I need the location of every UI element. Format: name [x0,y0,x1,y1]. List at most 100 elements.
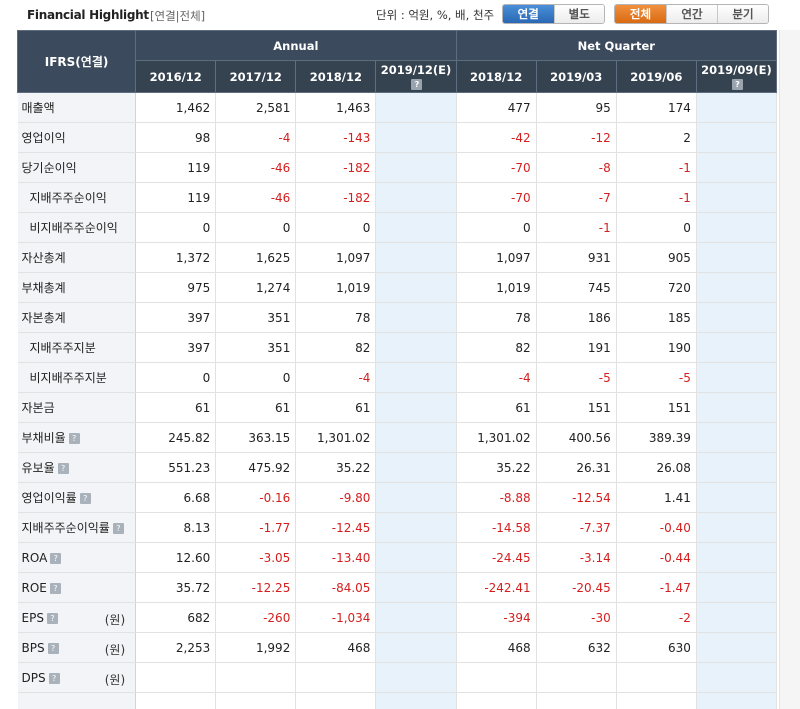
value-cell [375,392,457,423]
consolidated-button[interactable]: 연결 [503,5,554,23]
table-row: ROA? 12.60 -3.05 -13.40 -24.45 -3.14 -0.44 [17,542,778,573]
value-cell: -12.54 [536,482,617,513]
period-header: 2018/12 [295,60,377,93]
value-cell: 0 [455,212,537,243]
value-cell: -1.47 [616,572,697,603]
value-cell [536,692,617,709]
value-cell: -7 [536,182,617,213]
help-icon[interactable]: ? [47,642,59,654]
help-icon[interactable]: ? [48,672,60,684]
value-cell [616,692,697,709]
help-icon[interactable]: ? [46,612,58,624]
value-cell: -30 [536,602,617,633]
value-cell: 905 [616,242,697,273]
estimate-help-icon[interactable]: ? [411,78,423,90]
value-cell: -12 [536,122,617,153]
value-cell: -9.80 [295,482,377,513]
value-cell [696,362,778,393]
row-label-cell: 비지배주주지분 [17,362,137,393]
period-label: 2018/12 [470,69,523,84]
quarter-button[interactable]: 분기 [717,5,768,23]
row-label-cell: 지배주주순이익 [17,182,137,213]
row-label: 영업이익 [21,131,66,145]
value-cell [375,122,457,153]
value-cell: -8.88 [455,482,537,513]
value-cell: 61 [215,392,297,423]
value-cell: 0 [135,212,217,243]
row-label-cell: 영업이익률? [17,482,137,513]
value-cell [135,662,217,693]
value-cell [536,662,617,693]
value-cell: 151 [616,392,697,423]
row-label-cell: ROA? [17,542,137,573]
row-label-cell: 비지배주주순이익 [17,212,137,243]
help-icon[interactable]: ? [57,463,69,474]
table-row: 자산총계 1,372 1,625 1,097 1,097 931 905 [17,242,778,273]
row-label-cell: EPS? (원) [17,602,137,633]
help-icon[interactable]: ? [68,433,80,444]
table-row: 영업이익 98 -4 -143 -42 -12 2 [17,122,778,153]
value-cell [375,572,457,603]
value-cell [696,392,778,423]
value-cell [696,182,778,213]
financial-highlight-table: IFRS(연결) Annual Net Quarter 2016/12 2017/… [16,30,778,709]
value-cell: 1,274 [215,272,297,303]
value-cell: 475.92 [215,452,297,483]
table-row: 매출액 1,462 2,581 1,463 477 95 174 [17,92,778,123]
table-row: 부채비율? 245.82 363.15 1,301.02 1,301.02 400.56 3… [17,422,778,453]
value-cell: 1,301.02 [295,422,377,453]
period-label: 2019/12(E) [380,62,452,77]
value-cell [375,692,457,709]
period-label: 2019/09(E) [701,62,772,77]
row-label: 부채비율 [21,431,66,445]
help-icon[interactable]: ? [49,582,61,594]
value-cell: 389.39 [616,422,697,453]
all-periods-button[interactable]: 전체 [615,5,666,23]
value-cell: 2 [616,122,697,153]
value-cell: -46 [215,152,297,183]
help-icon[interactable]: ? [50,552,62,564]
value-cell: 351 [215,332,297,363]
row-label: 자산총계 [21,251,66,265]
period-label: 2017/12 [229,69,282,84]
value-cell [696,152,778,183]
value-cell [696,122,778,153]
value-cell: -1 [616,152,697,183]
value-cell: 1.41 [616,482,697,513]
value-cell: -4 [215,122,297,153]
value-cell: -5 [616,362,697,393]
value-cell: 1,992 [215,632,297,663]
value-cell [616,662,697,693]
separate-button[interactable]: 별도 [553,5,604,23]
value-cell: -242.41 [455,572,537,603]
value-cell [696,602,778,633]
quarter-group-header: Net Quarter [455,30,778,61]
value-cell: -182 [295,152,377,183]
row-label-cell: 당기순이익 [17,152,137,183]
value-cell: 119 [135,182,217,213]
table-row: 영업이익률? 6.68 -0.16 -9.80 -8.88 -12.54 1.41 [17,482,778,513]
table-corner-header: IFRS(연결) [16,30,137,93]
value-cell: 1,625 [215,242,297,273]
value-cell: -1 [616,182,697,213]
value-cell: 8.13 [135,512,217,543]
period-toggle: 전체 연간 분기 [614,4,769,24]
annual-button[interactable]: 연간 [666,5,717,23]
vertical-scrollbar[interactable] [779,30,800,709]
value-cell: 151 [536,392,617,423]
value-cell [696,572,778,603]
row-label: 지배주주순이익 [29,191,107,205]
value-cell [696,632,778,663]
period-header: 2016/12 [135,60,217,93]
value-cell: 78 [295,302,377,333]
help-icon[interactable]: ? [112,523,124,534]
estimate-help-icon[interactable]: ? [731,78,743,90]
page-subtitle: [연결|전체] [150,9,206,23]
help-icon[interactable]: ? [79,493,91,504]
value-cell [215,662,297,693]
value-cell [375,152,457,183]
row-label: 자본금 [21,401,55,415]
row-label-cell: ROE? [17,572,137,603]
value-cell: 351 [215,302,297,333]
row-label: DPS [21,670,46,685]
